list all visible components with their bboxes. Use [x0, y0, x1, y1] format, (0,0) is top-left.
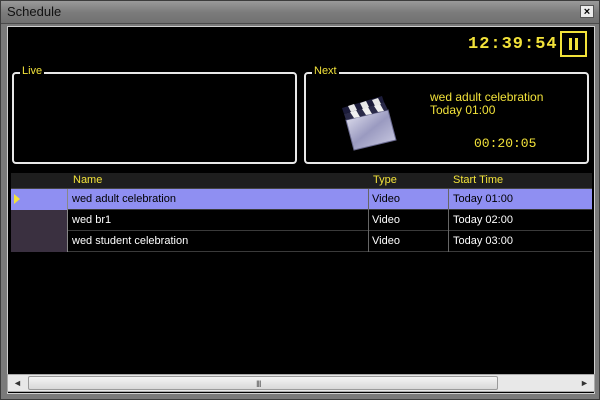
scroll-left-icon[interactable]: ◄ [10, 376, 25, 390]
row-type: Video [369, 189, 449, 210]
row-start-time: Today 01:00 [453, 193, 513, 205]
scroll-right-icon[interactable]: ► [577, 376, 592, 390]
close-button[interactable]: × [580, 5, 594, 18]
scrollbar-grip-icon: III [256, 379, 261, 389]
row-indicator [11, 210, 68, 231]
next-item-time: Today 01:00 [430, 103, 496, 117]
current-row-arrow-icon [14, 194, 20, 204]
pause-button[interactable] [560, 31, 587, 57]
row-start-time: Today 02:00 [453, 214, 513, 226]
row-name: wed br1 [69, 210, 369, 231]
row-type: Video [369, 210, 449, 231]
schedule-table: Name Type Start Time wed adult celebrati… [11, 173, 592, 252]
horizontal-scrollbar[interactable]: ◄ III ► [7, 374, 595, 392]
window-title: Schedule [7, 4, 62, 19]
table-row[interactable]: wed student celebration Video Today 03:0… [11, 231, 592, 252]
next-countdown: 00:20:05 [474, 136, 537, 151]
schedule-window: Schedule × 12:39:54 Live Next wed adult … [0, 0, 600, 400]
live-group: Live [12, 65, 297, 164]
row-name: wed adult celebration [69, 189, 369, 210]
table-header: Name Type Start Time [11, 173, 592, 189]
table-row[interactable]: wed adult celebration Video Today 01:00 [11, 189, 592, 210]
column-header-type[interactable]: Type [373, 174, 397, 186]
row-type: Video [369, 231, 449, 252]
pause-icon [569, 38, 572, 50]
next-label: Next [312, 65, 339, 77]
column-header-name[interactable]: Name [73, 174, 102, 186]
row-start-time: Today 03:00 [453, 235, 513, 247]
table-row[interactable]: wed br1 Video Today 02:00 [11, 210, 592, 231]
row-name: wed student celebration [69, 231, 369, 252]
next-item-name: wed adult celebration [430, 90, 544, 104]
next-group: Next wed adult celebration Today 01:00 0… [304, 65, 589, 164]
live-label: Live [20, 65, 45, 77]
close-icon: × [583, 6, 591, 18]
row-indicator [11, 189, 68, 210]
row-indicator [11, 231, 68, 252]
schedule-panel: 12:39:54 Live Next wed adult celebration… [7, 26, 595, 394]
title-bar[interactable]: Schedule × [1, 1, 599, 24]
pause-icon-bar [575, 38, 578, 50]
clapperboard-icon [342, 96, 397, 151]
scrollbar-thumb[interactable]: III [28, 376, 498, 390]
column-header-start-time[interactable]: Start Time [453, 174, 503, 186]
clock-display: 12:39:54 [468, 35, 558, 54]
